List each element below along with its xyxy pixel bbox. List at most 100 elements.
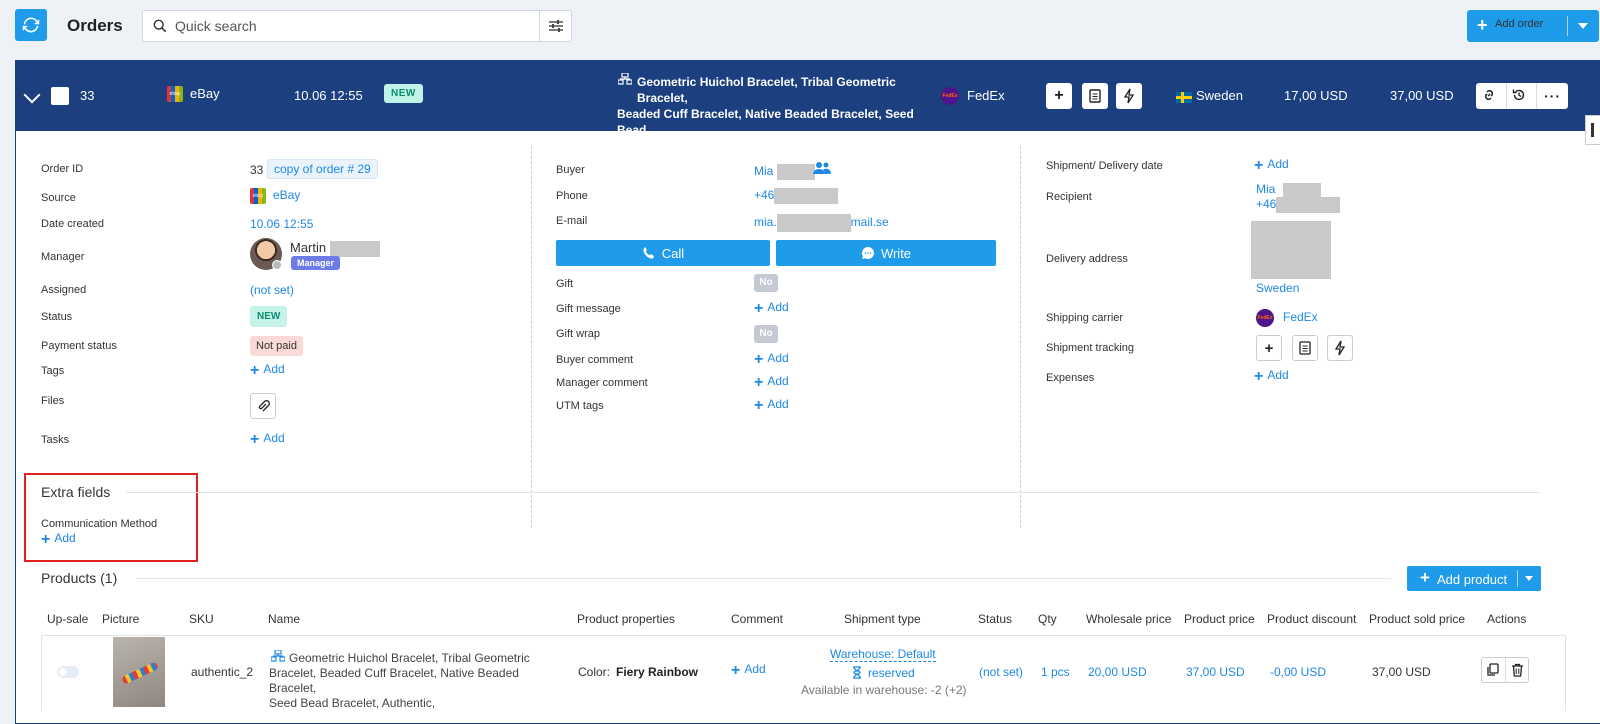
plus-icon: + — [1477, 15, 1488, 35]
add-order-button[interactable]: + Add order — [1467, 10, 1599, 42]
assigned-value[interactable]: (not set) — [250, 283, 294, 297]
recipient-label: Recipient — [1046, 191, 1092, 203]
payment-status-label: Payment status — [41, 340, 117, 352]
caret-down-icon[interactable] — [1525, 576, 1533, 581]
write-button[interactable]: Write — [776, 240, 996, 266]
payment-status-badge[interactable]: Not paid — [250, 336, 303, 356]
add-communication-method-link[interactable]: + Add — [41, 531, 76, 549]
add-gift-message-link[interactable]: + Add — [754, 300, 789, 318]
add-shipment-date-link[interactable]: + Add — [1254, 157, 1289, 175]
product-qty[interactable]: 1 pcs — [1041, 665, 1070, 679]
plus-icon: + — [1420, 568, 1430, 587]
copy-icon[interactable] — [1486, 663, 1500, 680]
history-icon[interactable] — [1512, 88, 1526, 105]
call-button[interactable]: Call — [556, 240, 770, 266]
email-value[interactable]: mia. mail.se — [754, 214, 889, 232]
product-status[interactable]: (not set) — [979, 665, 1023, 679]
link-icon[interactable] — [1482, 88, 1496, 105]
lightning-icon — [1123, 88, 1135, 104]
add-task-link[interactable]: + Add — [250, 431, 285, 449]
add-tracking-button[interactable]: + — [1256, 335, 1282, 361]
copy-of-order-link[interactable]: copy of order # 29 — [267, 159, 378, 179]
plus-icon: + — [754, 397, 764, 414]
ebay-logo-icon: ebay — [250, 188, 266, 204]
add-utm-tags-link[interactable]: + Add — [754, 397, 789, 415]
products-title: Products (1) — [41, 570, 118, 586]
document-icon — [1089, 89, 1101, 103]
trash-icon[interactable] — [1511, 663, 1524, 680]
lightning-button[interactable] — [1116, 83, 1142, 109]
refresh-button[interactable] — [15, 9, 47, 41]
gift-toggle[interactable]: No — [754, 274, 778, 292]
document-button[interactable] — [1082, 83, 1108, 109]
order-id-value: 33 — [250, 163, 264, 177]
manager-label: Manager — [41, 251, 85, 263]
divider — [1536, 83, 1537, 109]
attach-file-button[interactable] — [250, 393, 276, 419]
order-checkbox[interactable] — [51, 87, 69, 105]
redacted-block — [1276, 197, 1341, 213]
side-panel-handle[interactable] — [1585, 115, 1600, 145]
plus-icon: + — [1254, 157, 1264, 174]
column-separator — [1020, 146, 1021, 528]
more-icon[interactable]: ··· — [1544, 88, 1561, 104]
add-tracking-button[interactable]: + — [1046, 83, 1072, 109]
users-icon[interactable] — [813, 161, 831, 175]
product-wholesale-price[interactable]: 20,00 USD — [1088, 665, 1147, 679]
tasks-label: Tasks — [41, 434, 70, 446]
manager-name[interactable]: Martin — [290, 240, 380, 257]
order-carrier: FedEx — [967, 88, 1005, 103]
plus-icon: + — [41, 531, 51, 548]
shipping-carrier-value[interactable]: FedEx — [1283, 310, 1318, 324]
add-product-comment-link[interactable]: + Add — [731, 662, 766, 680]
available-in-warehouse: Available in warehouse: -2 (+2) — [801, 683, 967, 697]
add-tag-link[interactable]: + Add — [250, 362, 285, 380]
gift-label: Gift — [556, 278, 574, 290]
search-box — [142, 10, 572, 42]
status-value-badge[interactable]: NEW — [250, 306, 288, 327]
plus-icon: + — [250, 431, 260, 448]
upsale-toggle[interactable] — [57, 666, 79, 678]
add-order-label: Add order — [1495, 18, 1544, 30]
product-discount[interactable]: -0,00 USD — [1270, 665, 1326, 679]
delivery-country[interactable]: Sweden — [1256, 281, 1299, 295]
add-manager-comment-link[interactable]: + Add — [754, 374, 789, 392]
order-date: 10.06 12:55 — [294, 88, 363, 103]
filter-button[interactable] — [539, 11, 571, 41]
col-product-properties: Product properties — [577, 612, 676, 626]
add-expense-link[interactable]: + Add — [1254, 368, 1289, 386]
order-total: 37,00 USD — [1390, 88, 1454, 103]
redacted-address — [1251, 221, 1331, 279]
recipient-value[interactable]: Mia +46 — [1256, 182, 1341, 213]
divider — [1505, 658, 1506, 682]
product-picture[interactable] — [113, 637, 165, 707]
tracking-lightning-button[interactable] — [1327, 335, 1353, 361]
product-price[interactable]: 37,00 USD — [1186, 665, 1245, 679]
order-number[interactable]: 33 — [80, 88, 94, 103]
col-name: Name — [268, 612, 301, 626]
gift-wrap-label: Gift wrap — [556, 328, 601, 340]
order-source: eBay — [190, 86, 220, 101]
utm-tags-label: UTM tags — [556, 400, 604, 412]
chevron-down-icon[interactable] — [23, 86, 41, 104]
warehouse-link[interactable]: Warehouse: Default — [830, 647, 936, 662]
tracking-document-button[interactable] — [1292, 335, 1318, 361]
add-buyer-comment-link[interactable]: + Add — [754, 351, 789, 369]
chat-icon — [861, 247, 874, 259]
section-divider — [136, 578, 1391, 579]
date-created-label: Date created — [41, 218, 104, 230]
source-value[interactable]: eBay — [273, 188, 300, 202]
email-label: E-mail — [556, 215, 588, 227]
buyer-value[interactable]: Mia — [754, 164, 816, 180]
gift-wrap-toggle[interactable]: No — [754, 325, 778, 343]
phone-value[interactable]: +46 — [754, 188, 839, 204]
caret-down-icon[interactable] — [1578, 23, 1588, 29]
search-input[interactable] — [175, 11, 535, 41]
product-name[interactable]: Geometric Huichol Bracelet, Tribal Geome… — [269, 651, 569, 711]
add-product-button[interactable]: + Add product — [1407, 566, 1541, 591]
communication-method-label: Communication Method — [41, 518, 158, 530]
plus-icon: + — [754, 374, 764, 391]
date-created-value[interactable]: 10.06 12:55 — [250, 217, 313, 231]
top-bar: Orders + Add order — [0, 0, 1600, 56]
order-country: Sweden — [1196, 88, 1243, 103]
